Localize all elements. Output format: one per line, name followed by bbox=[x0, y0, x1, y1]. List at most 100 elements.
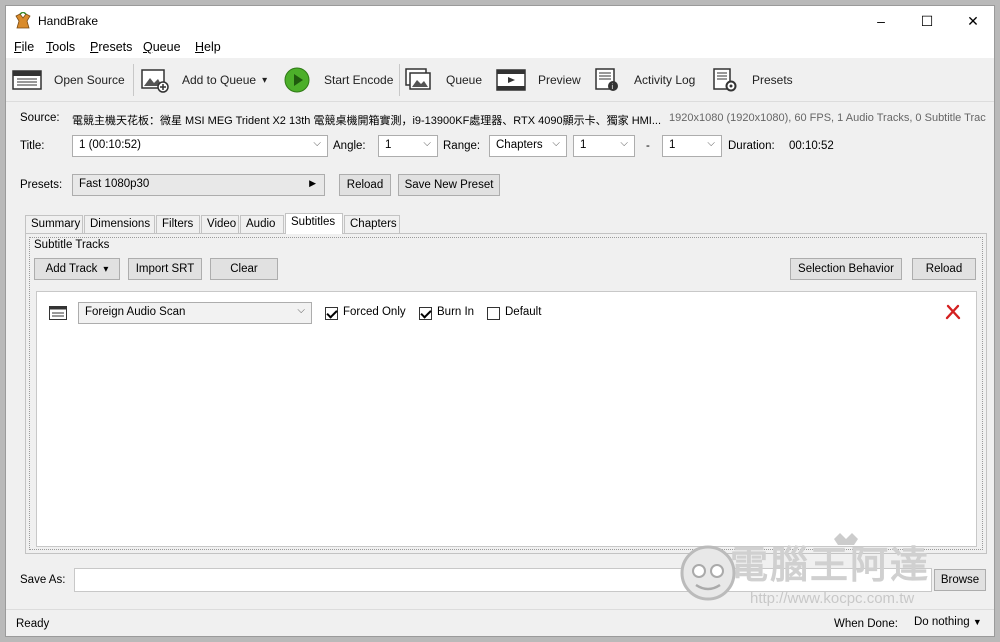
presets-row-label: Presets: bbox=[20, 179, 63, 191]
close-button[interactable]: ✕ bbox=[950, 6, 994, 36]
status-text: Ready bbox=[16, 618, 50, 630]
status-bar: Ready When Done: Do nothing ▼ bbox=[6, 609, 994, 636]
tab-video[interactable]: Video bbox=[201, 215, 239, 233]
start-encode-label: Start Encode bbox=[324, 73, 394, 87]
queue-button[interactable]: Queue bbox=[404, 58, 482, 102]
range-start-value: 1 bbox=[580, 139, 587, 151]
title-bar: HandBrake – ☐ ✕ bbox=[6, 6, 994, 36]
title-select-value: 1 (00:10:52) bbox=[79, 139, 142, 151]
add-to-queue-label: Add to Queue bbox=[182, 73, 257, 87]
range-end-value: 1 bbox=[669, 139, 676, 151]
preview-label: Preview bbox=[538, 73, 581, 87]
tab-filters[interactable]: Filters bbox=[156, 215, 200, 233]
burn-in-label: Burn In bbox=[437, 306, 475, 318]
duration-value: 00:10:52 bbox=[789, 140, 834, 152]
range-type-select[interactable]: Chapters ⌵ bbox=[489, 135, 567, 157]
watermark-url: http://www.kocpc.com.tw bbox=[750, 590, 915, 607]
pictures-stack-icon bbox=[404, 67, 434, 93]
queue-label: Queue bbox=[446, 73, 483, 87]
chevron-right-icon: ▶ bbox=[309, 178, 316, 188]
chevron-down-icon: ⌵ bbox=[620, 138, 628, 149]
subtitle-source-value: Foreign Audio Scan bbox=[85, 306, 186, 318]
menu-queue[interactable]: Queue bbox=[143, 40, 181, 54]
when-done-label: When Done: bbox=[834, 618, 898, 630]
tab-subtitles[interactable]: Subtitles bbox=[285, 213, 343, 234]
add-picture-icon bbox=[140, 67, 170, 93]
tab-audio[interactable]: Audio bbox=[240, 215, 284, 233]
title-select[interactable]: 1 (00:10:52) ⌵ bbox=[72, 135, 328, 157]
chevron-down-icon: ⌵ bbox=[552, 138, 560, 149]
subtitle-tracks-heading: Subtitle Tracks bbox=[34, 239, 110, 251]
preset-reload-button[interactable]: Reload bbox=[339, 174, 391, 196]
toolbar: Open Source Add to Queue ▾ Start Encode … bbox=[6, 58, 994, 102]
menu-tools[interactable]: Tools bbox=[46, 40, 75, 54]
when-done-select[interactable]: Do nothing ▼ bbox=[914, 616, 982, 634]
open-source-button[interactable]: Open Source bbox=[12, 58, 125, 102]
tab-chapters[interactable]: Chapters bbox=[344, 215, 400, 233]
subtitles-panel: Subtitle Tracks Add Track ▾ Import SRT C… bbox=[25, 233, 987, 554]
angle-select[interactable]: 1 ⌵ bbox=[378, 135, 438, 157]
preview-button[interactable]: Preview bbox=[496, 58, 581, 102]
film-clapper-icon bbox=[12, 67, 42, 93]
log-info-icon: i bbox=[592, 67, 622, 93]
add-track-label: Add Track bbox=[45, 263, 98, 275]
open-source-label: Open Source bbox=[54, 73, 125, 87]
menu-help[interactable]: Help bbox=[195, 40, 221, 54]
source-name: 電競主機天花板：微星 MSI MEG Trident X2 13th 電競桌機開… bbox=[72, 115, 662, 127]
selection-behavior-button[interactable]: Selection Behavior bbox=[790, 258, 902, 280]
subtitle-track-list: Foreign Audio Scan ⌵ Forced Only Burn In… bbox=[36, 291, 977, 547]
chevron-down-icon: ⌵ bbox=[313, 138, 321, 149]
subtitle-source-select[interactable]: Foreign Audio Scan ⌵ bbox=[78, 302, 312, 324]
chevron-down-icon: ⌵ bbox=[707, 138, 715, 149]
forced-only-checkbox[interactable] bbox=[325, 307, 338, 320]
tab-summary[interactable]: Summary bbox=[25, 215, 83, 233]
tab-dimensions[interactable]: Dimensions bbox=[84, 215, 155, 233]
watermark-brand: 電腦王阿達 bbox=[730, 543, 931, 587]
subtitles-reload-button[interactable]: Reload bbox=[912, 258, 976, 280]
burn-in-checkbox[interactable] bbox=[419, 307, 432, 320]
menu-file[interactable]: File bbox=[14, 40, 34, 54]
default-label: Default bbox=[505, 306, 542, 318]
default-checkbox[interactable] bbox=[487, 307, 500, 320]
duration-label: Duration: bbox=[728, 140, 775, 152]
angle-label: Angle: bbox=[333, 140, 366, 152]
source-info: 1920x1080 (1920x1080), 60 FPS, 1 Audio T… bbox=[669, 112, 986, 124]
range-label: Range: bbox=[443, 140, 481, 152]
preset-gear-icon bbox=[710, 67, 740, 93]
add-to-queue-dropdown-arrow[interactable]: ▾ bbox=[262, 75, 267, 86]
start-encode-button[interactable]: Start Encode bbox=[282, 58, 393, 102]
menu-bar: File Tools Presets Queue Help bbox=[6, 36, 994, 58]
toolbar-separator bbox=[133, 64, 134, 96]
caret-down-icon: ▼ bbox=[972, 617, 982, 627]
chevron-down-icon: ⌵ bbox=[423, 138, 431, 149]
forced-only-label: Forced Only bbox=[343, 306, 406, 318]
activity-log-button[interactable]: i Activity Log bbox=[592, 58, 695, 102]
preset-select[interactable]: Fast 1080p30 ▶ bbox=[72, 174, 325, 196]
save-as-label: Save As: bbox=[20, 574, 66, 586]
presets-button[interactable]: Presets bbox=[710, 58, 793, 102]
play-icon bbox=[282, 67, 312, 93]
save-new-preset-button[interactable]: Save New Preset bbox=[398, 174, 500, 196]
range-start-select[interactable]: 1 ⌵ bbox=[573, 135, 635, 157]
add-to-queue-button[interactable]: Add to Queue ▾ bbox=[140, 58, 267, 102]
handbrake-logo-icon bbox=[15, 12, 31, 29]
range-dash: - bbox=[646, 140, 650, 152]
activity-log-label: Activity Log bbox=[634, 73, 696, 87]
chevron-down-icon: ⌵ bbox=[297, 305, 305, 316]
menu-presets[interactable]: Presets bbox=[90, 40, 132, 54]
remove-track-icon[interactable] bbox=[945, 304, 961, 320]
add-track-dropdown-arrow: ▾ bbox=[103, 263, 109, 275]
subtitle-track-icon bbox=[49, 306, 67, 320]
minimize-button[interactable]: – bbox=[858, 6, 904, 36]
film-play-icon bbox=[496, 67, 526, 93]
maximize-button[interactable]: ☐ bbox=[904, 6, 950, 36]
window-title: HandBrake bbox=[38, 14, 99, 28]
import-srt-button[interactable]: Import SRT bbox=[128, 258, 202, 280]
when-done-value: Do nothing bbox=[914, 616, 970, 628]
range-end-select[interactable]: 1 ⌵ bbox=[662, 135, 722, 157]
clear-button[interactable]: Clear bbox=[210, 258, 278, 280]
toolbar-separator bbox=[399, 64, 400, 96]
presets-label: Presets bbox=[752, 73, 793, 87]
add-track-button[interactable]: Add Track ▾ bbox=[34, 258, 120, 280]
handbrake-window: HandBrake – ☐ ✕ File Tools Presets Queue… bbox=[5, 5, 995, 637]
